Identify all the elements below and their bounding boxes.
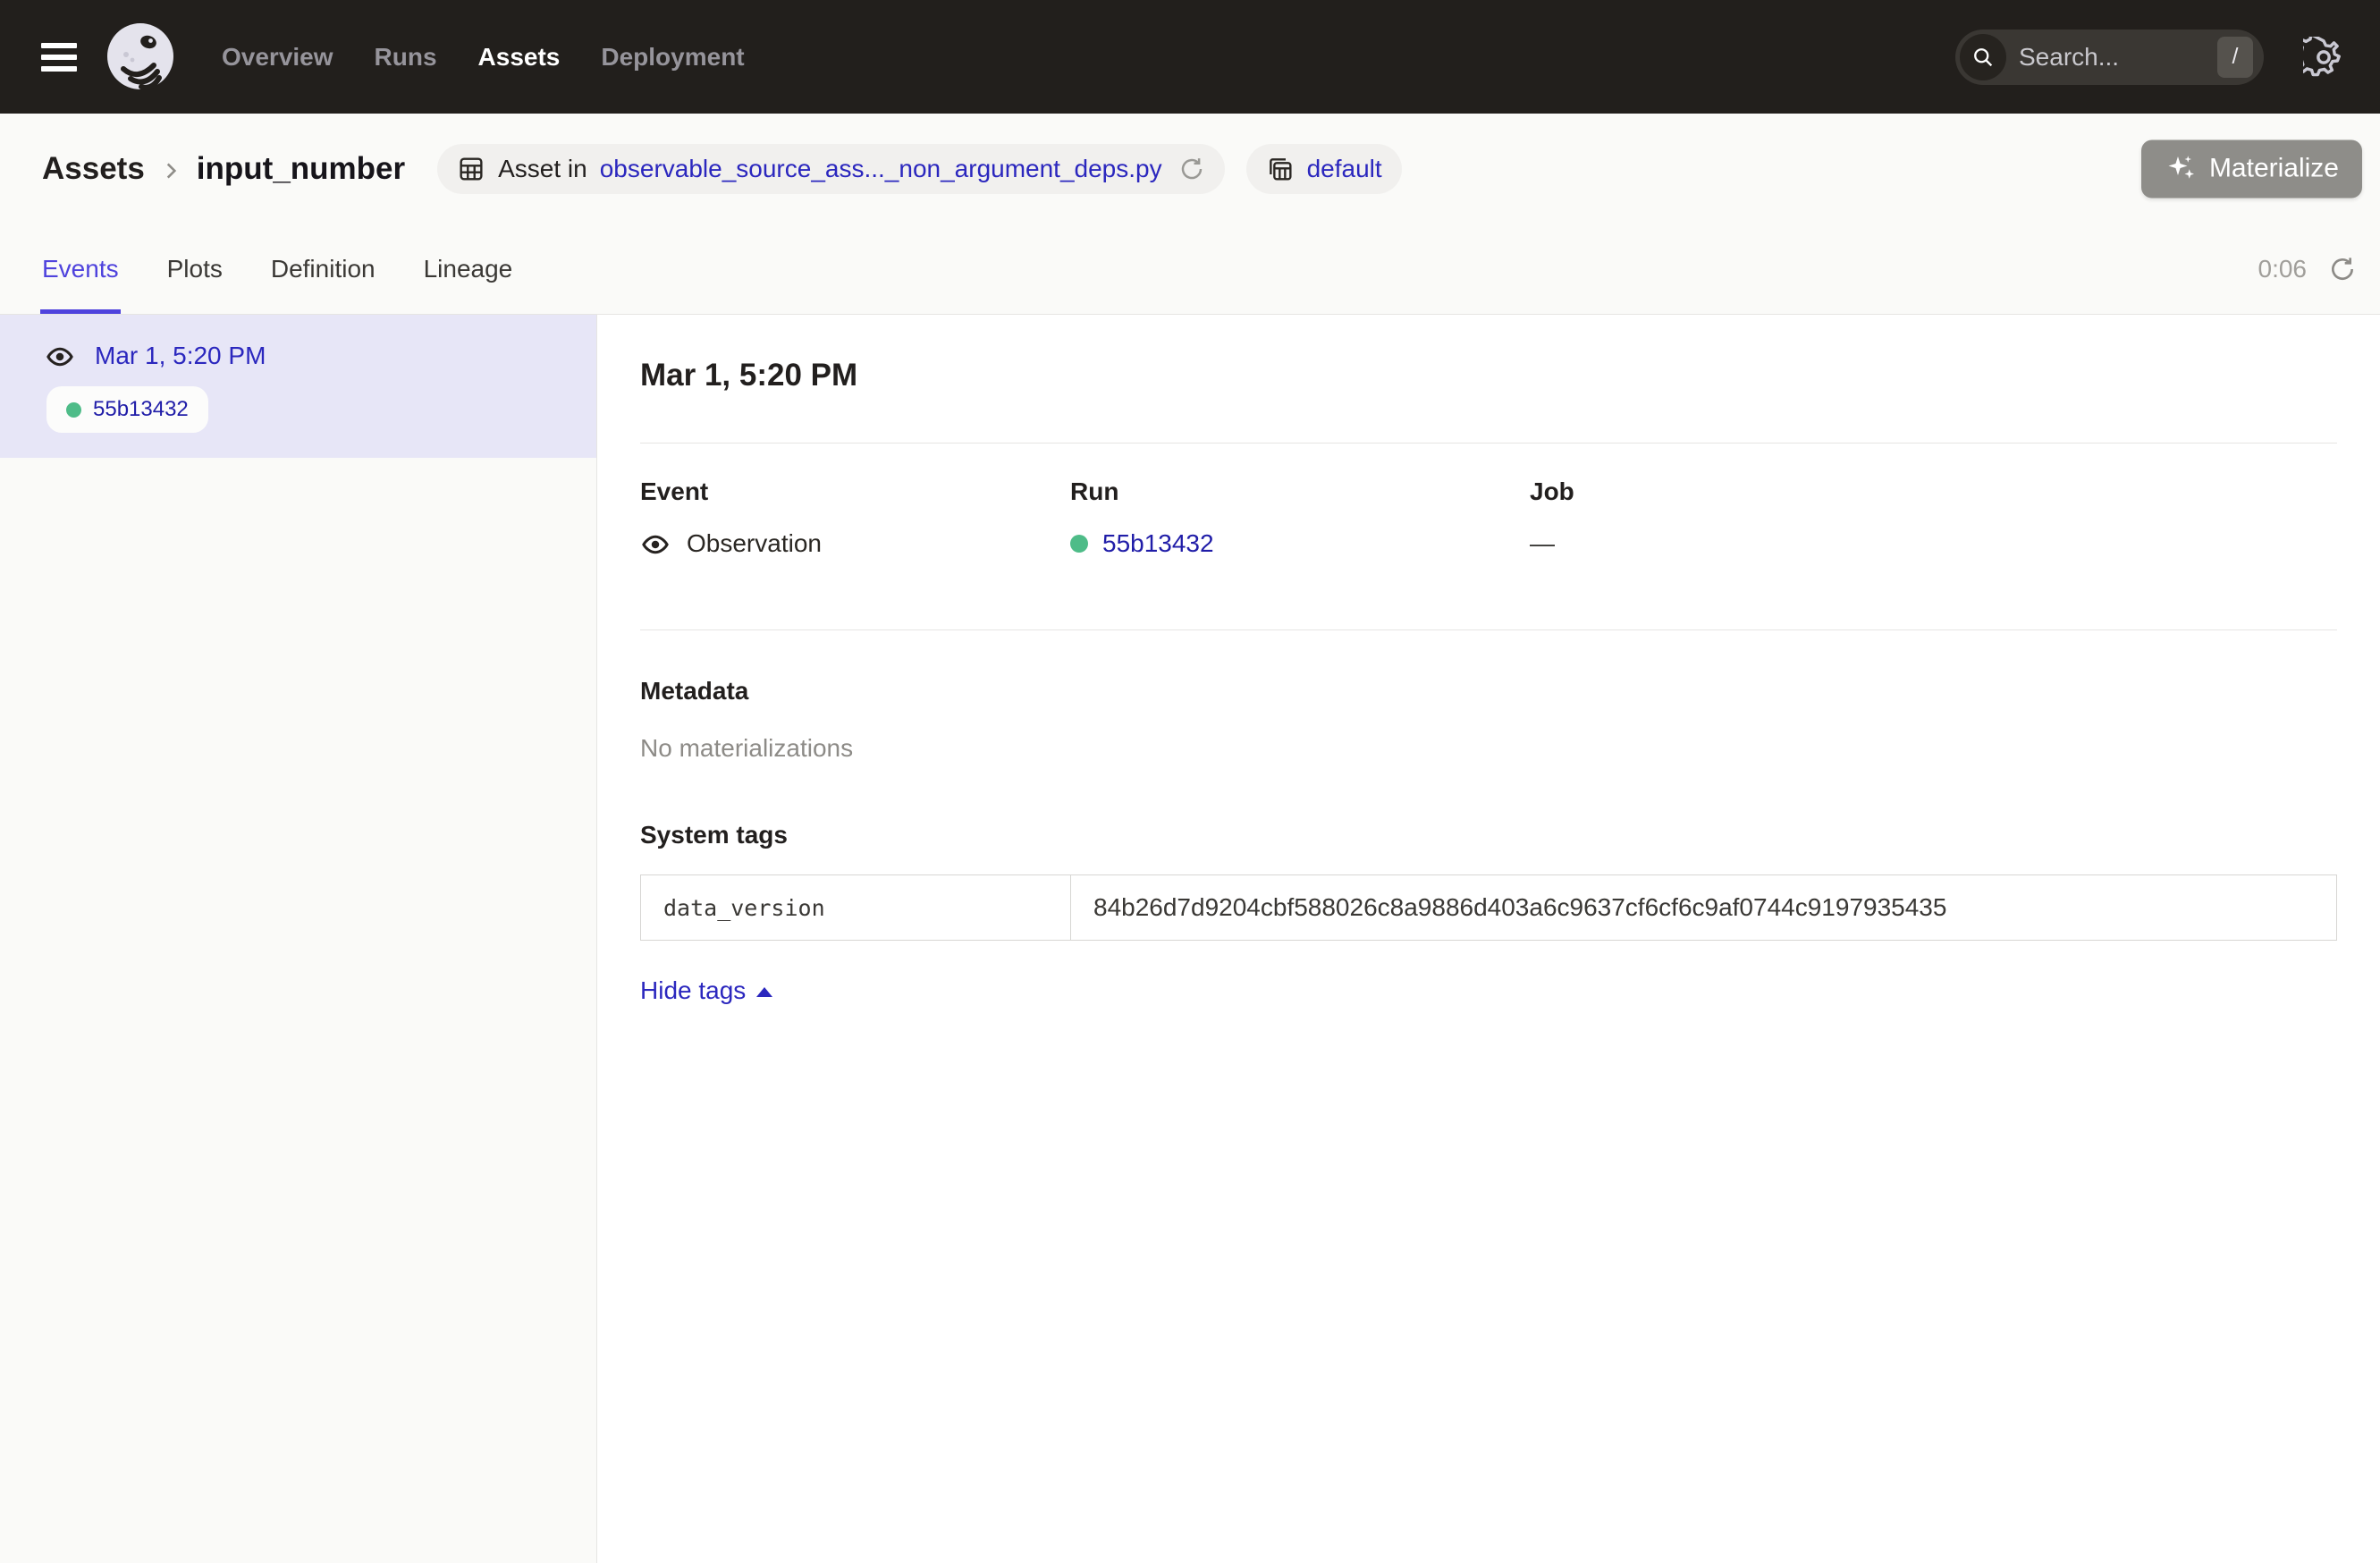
dagster-app: Overview Runs Assets Deployment / xyxy=(0,0,2380,1563)
breadcrumb-assets-link[interactable]: Assets xyxy=(42,151,145,187)
top-nav: Overview Runs Assets Deployment / xyxy=(0,0,2380,114)
job-empty-value: — xyxy=(1530,529,1555,558)
reload-definitions-icon[interactable] xyxy=(1178,156,1205,182)
event-list-item[interactable]: Mar 1, 5:20 PM 55b13432 xyxy=(0,315,596,458)
materialize-button[interactable]: Materialize xyxy=(2141,139,2362,198)
chevron-right-icon xyxy=(159,159,182,182)
code-location-link[interactable]: default xyxy=(1307,155,1382,183)
tag-value-cell: 84b26d7d9204cbf588026c8a9886d403a6c9637c… xyxy=(1071,875,2337,941)
dagster-logo-icon[interactable] xyxy=(105,22,175,92)
divider xyxy=(640,629,2337,630)
metadata-heading: Metadata xyxy=(640,677,2337,705)
job-column: Job — xyxy=(1530,477,2337,558)
tab-events[interactable]: Events xyxy=(42,224,119,314)
hamburger-menu-icon[interactable] xyxy=(41,43,77,72)
asset-in-label: Asset in xyxy=(498,155,587,183)
event-timestamp-link: Mar 1, 5:20 PM xyxy=(95,342,266,370)
search-box[interactable]: / xyxy=(1955,30,2264,85)
asset-tabs: Events Plots Definition Lineage 0:06 xyxy=(0,224,2380,315)
event-type-value: Observation xyxy=(687,529,822,558)
divider xyxy=(640,443,2337,444)
event-detail-panel: Mar 1, 5:20 PM Event Observation xyxy=(597,315,2380,1563)
run-success-dot xyxy=(1070,535,1088,553)
asset-definition-link[interactable]: observable_source_ass..._non_argument_de… xyxy=(600,155,1162,183)
refresh-icon[interactable] xyxy=(2328,255,2357,283)
run-column-header: Run xyxy=(1070,477,1530,506)
tag-key-cell: data_version xyxy=(641,875,1071,941)
search-input[interactable] xyxy=(2006,43,2217,72)
page-title: input_number xyxy=(197,151,405,187)
system-tags-table: data_version 84b26d7d9204cbf588026c8a988… xyxy=(640,874,2337,941)
search-icon xyxy=(1960,34,2006,80)
materialize-button-label: Materialize xyxy=(2209,154,2339,184)
asset-table-icon xyxy=(457,155,485,183)
event-detail-heading: Mar 1, 5:20 PM xyxy=(640,358,2337,393)
page-header: Assets input_number Asset in xyxy=(0,114,2380,315)
event-list-sidebar: Mar 1, 5:20 PM 55b13432 xyxy=(0,315,597,1563)
system-tags-heading: System tags xyxy=(640,821,2337,849)
code-location-icon xyxy=(1266,155,1295,183)
metadata-empty-text: No materializations xyxy=(640,734,2337,763)
run-column: Run 55b13432 xyxy=(1070,477,1530,558)
nav-item-assets[interactable]: Assets xyxy=(478,43,561,72)
observation-eye-icon xyxy=(45,343,77,368)
run-success-dot xyxy=(66,402,81,418)
run-id-badge: 55b13432 xyxy=(46,386,208,433)
observation-eye-icon xyxy=(640,531,672,556)
hide-tags-label: Hide tags xyxy=(640,976,746,1005)
code-location-pill: default xyxy=(1246,144,1402,194)
sparkle-icon xyxy=(2165,153,2197,185)
refresh-countdown: 0:06 xyxy=(2258,255,2308,283)
settings-gear-icon[interactable] xyxy=(2303,37,2344,78)
nav-item-deployment[interactable]: Deployment xyxy=(601,43,744,72)
tab-lineage[interactable]: Lineage xyxy=(424,224,513,314)
content-area: Mar 1, 5:20 PM 55b13432 Mar 1, 5:20 PM E… xyxy=(0,315,2380,1563)
breadcrumb: Assets input_number Asset in xyxy=(0,114,2380,224)
tab-plots[interactable]: Plots xyxy=(167,224,223,314)
job-column-header: Job xyxy=(1530,477,2337,506)
tab-definition[interactable]: Definition xyxy=(271,224,376,314)
caret-up-icon xyxy=(756,987,772,997)
primary-nav: Overview Runs Assets Deployment xyxy=(222,43,745,72)
event-summary-columns: Event Observation Run xyxy=(640,477,2337,558)
event-column-header: Event xyxy=(640,477,1070,506)
search-shortcut-badge: / xyxy=(2217,37,2253,78)
asset-definition-pill: Asset in observable_source_ass..._non_ar… xyxy=(437,144,1224,194)
nav-item-runs[interactable]: Runs xyxy=(375,43,437,72)
event-column: Event Observation xyxy=(640,477,1070,558)
run-id-link[interactable]: 55b13432 xyxy=(1102,529,1214,558)
nav-item-overview[interactable]: Overview xyxy=(222,43,333,72)
hide-tags-link[interactable]: Hide tags xyxy=(640,976,772,1005)
run-id-label: 55b13432 xyxy=(93,397,189,422)
table-row: data_version 84b26d7d9204cbf588026c8a988… xyxy=(641,875,2337,941)
